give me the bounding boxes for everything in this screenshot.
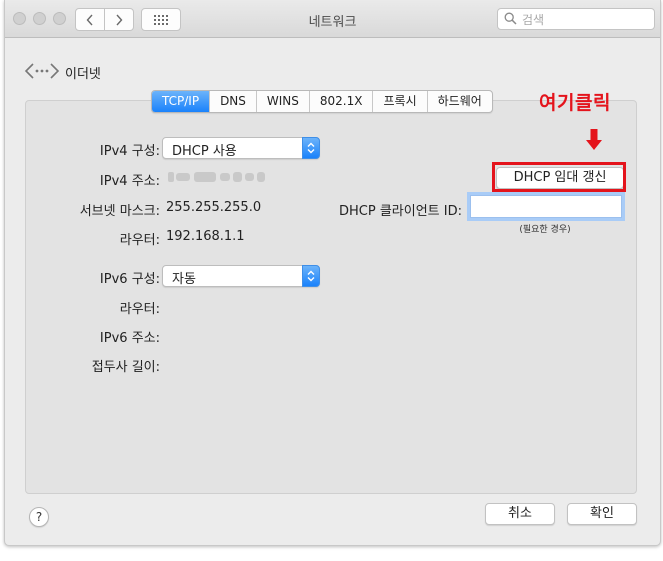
ipv4-config-label: IPv4 구성:: [99, 144, 160, 159]
ipv6-config-select[interactable]: 자동: [162, 265, 320, 287]
settings-panel: [25, 100, 637, 494]
search-field[interactable]: 검색: [497, 8, 655, 30]
subnet-mask-value: 255.255.255.0: [166, 200, 262, 215]
ipv6-config-value: 자동: [172, 272, 196, 287]
ok-button[interactable]: 확인: [567, 503, 637, 525]
tab-8021x[interactable]: 802.1X: [308, 91, 373, 112]
ipv4-address-value-redacted: [168, 172, 265, 182]
ethernet-icon: [24, 63, 60, 79]
annotation-highlight-box: [492, 162, 626, 192]
network-window: 네트워크 검색 이더넷 TCP/IP DNS WINS 802.1X 프록시 하…: [4, 0, 661, 546]
router-value: 192.168.1.1: [166, 229, 245, 244]
router-label: 라우터:: [119, 233, 160, 248]
interface-name: 이더넷: [65, 67, 101, 82]
title-bar: 네트워크 검색: [5, 0, 660, 38]
help-button[interactable]: ?: [29, 507, 49, 527]
tab-tcpip[interactable]: TCP/IP: [152, 91, 210, 112]
client-id-input[interactable]: [470, 195, 622, 218]
ipv4-address-label: IPv4 주소:: [99, 174, 160, 189]
client-id-label: DHCP 클라이언트 ID:: [339, 204, 462, 219]
prefix-length-label: 접두사 길이:: [91, 360, 160, 375]
updown-arrow-icon: [302, 265, 320, 287]
tab-dns[interactable]: DNS: [209, 91, 256, 112]
tab-wins[interactable]: WINS: [255, 91, 309, 112]
cancel-button[interactable]: 취소: [485, 503, 555, 525]
search-icon: [504, 12, 517, 25]
arrow-down-icon: [586, 129, 602, 150]
client-id-hint: (필요한 경우): [519, 225, 571, 235]
updown-arrow-icon: [302, 137, 320, 159]
ipv4-config-select[interactable]: DHCP 사용: [162, 137, 320, 159]
tab-proxy[interactable]: 프록시: [372, 91, 426, 112]
ipv4-config-value: DHCP 사용: [172, 144, 237, 159]
ipv6-router-label: 라우터:: [119, 302, 160, 317]
settings-tabs: TCP/IP DNS WINS 802.1X 프록시 하드웨어: [151, 90, 493, 113]
tab-hardware[interactable]: 하드웨어: [426, 91, 492, 112]
search-placeholder: 검색: [522, 13, 545, 27]
ipv6-address-label: IPv6 주소:: [99, 331, 160, 346]
annotation-text: 여기클릭: [539, 92, 611, 114]
subnet-mask-label: 서브넷 마스크:: [79, 204, 160, 219]
ipv6-config-label: IPv6 구성:: [99, 272, 160, 287]
